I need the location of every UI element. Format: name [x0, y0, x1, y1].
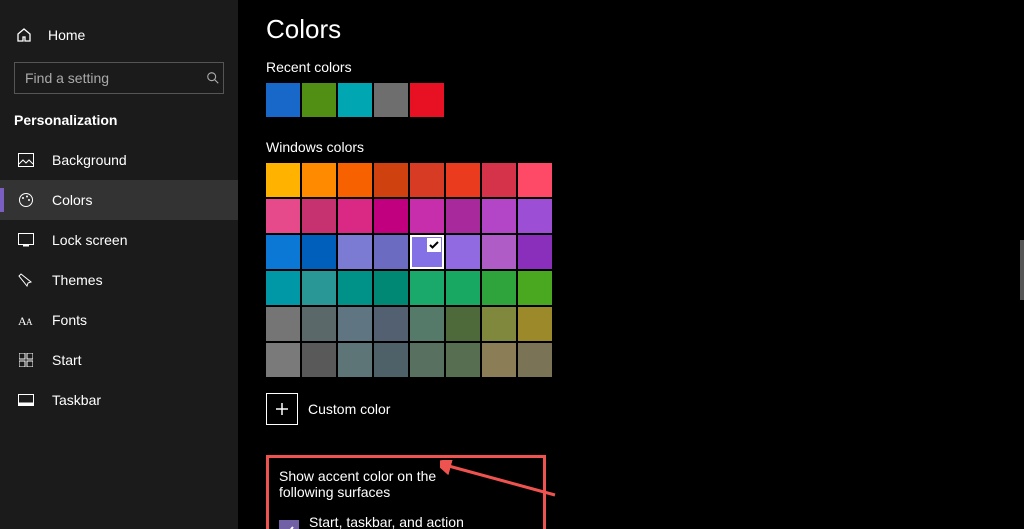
windows-colors-palette — [266, 163, 552, 377]
color-swatch[interactable] — [374, 199, 408, 233]
color-swatch[interactable] — [446, 271, 480, 305]
color-swatch[interactable] — [338, 199, 372, 233]
picture-icon — [16, 153, 36, 167]
color-swatch[interactable] — [410, 343, 444, 377]
color-swatch[interactable] — [374, 235, 408, 269]
color-swatch[interactable] — [266, 235, 300, 269]
content: Colors Recent colors Windows colors Cust… — [238, 0, 1024, 529]
sidebar-item-label: Start — [52, 352, 82, 368]
recent-color-swatch[interactable] — [374, 83, 408, 117]
search-input[interactable] — [14, 62, 224, 94]
plus-icon[interactable] — [266, 393, 298, 425]
color-swatch[interactable] — [482, 163, 516, 197]
color-swatch[interactable] — [518, 307, 552, 341]
color-swatch[interactable] — [302, 235, 336, 269]
color-swatch[interactable] — [518, 163, 552, 197]
sidebar-item-start[interactable]: Start — [0, 340, 238, 380]
color-swatch[interactable] — [446, 199, 480, 233]
color-swatch[interactable] — [482, 271, 516, 305]
color-swatch[interactable] — [302, 271, 336, 305]
color-swatch[interactable] — [374, 307, 408, 341]
color-swatch[interactable] — [338, 163, 372, 197]
color-swatch[interactable] — [302, 199, 336, 233]
fonts-icon: AA — [16, 313, 36, 327]
color-swatch[interactable] — [302, 343, 336, 377]
color-swatch[interactable] — [302, 307, 336, 341]
lockscreen-icon — [16, 233, 36, 247]
scrollbar[interactable] — [1020, 240, 1024, 300]
color-swatch[interactable] — [302, 163, 336, 197]
color-swatch[interactable] — [410, 271, 444, 305]
start-icon — [16, 353, 36, 367]
color-swatch[interactable] — [482, 199, 516, 233]
search-icon — [206, 71, 220, 85]
color-swatch[interactable] — [482, 307, 516, 341]
sidebar-item-fonts[interactable]: AA Fonts — [0, 300, 238, 340]
color-swatch[interactable] — [266, 163, 300, 197]
recent-color-swatch[interactable] — [266, 83, 300, 117]
sidebar: Home Personalization Background Colors L… — [0, 0, 238, 529]
sidebar-item-label: Colors — [52, 192, 92, 208]
color-swatch[interactable] — [446, 235, 480, 269]
checkbox-start-taskbar[interactable]: Start, taskbar, and action center — [279, 514, 483, 529]
recent-color-swatch[interactable] — [302, 83, 336, 117]
color-swatch[interactable] — [446, 307, 480, 341]
windows-colors-label: Windows colors — [266, 139, 1024, 155]
checkbox-checked-icon — [279, 520, 299, 529]
color-swatch[interactable] — [482, 343, 516, 377]
color-swatch[interactable] — [446, 163, 480, 197]
color-swatch[interactable] — [410, 307, 444, 341]
color-swatch[interactable] — [338, 307, 372, 341]
color-swatch[interactable] — [482, 235, 516, 269]
sidebar-item-lockscreen[interactable]: Lock screen — [0, 220, 238, 260]
sidebar-item-background[interactable]: Background — [0, 140, 238, 180]
sidebar-item-label: Themes — [52, 272, 103, 288]
color-swatch[interactable] — [410, 199, 444, 233]
color-swatch[interactable] — [410, 235, 444, 269]
sidebar-item-taskbar[interactable]: Taskbar — [0, 380, 238, 420]
taskbar-icon — [16, 394, 36, 406]
palette-icon — [16, 192, 36, 208]
home-button[interactable]: Home — [0, 18, 238, 52]
color-swatch[interactable] — [518, 271, 552, 305]
color-swatch[interactable] — [338, 271, 372, 305]
color-swatch[interactable] — [266, 271, 300, 305]
annotation-arrow — [440, 460, 560, 500]
category-title: Personalization — [0, 94, 238, 140]
sidebar-item-label: Lock screen — [52, 232, 127, 248]
color-swatch[interactable] — [374, 271, 408, 305]
color-swatch[interactable] — [338, 343, 372, 377]
color-swatch[interactable] — [518, 235, 552, 269]
recent-colors-label: Recent colors — [266, 59, 1024, 75]
home-icon — [16, 27, 32, 43]
color-swatch[interactable] — [518, 343, 552, 377]
color-swatch[interactable] — [410, 163, 444, 197]
themes-icon — [16, 272, 36, 288]
recent-colors-row — [266, 83, 1024, 117]
sidebar-item-label: Background — [52, 152, 127, 168]
color-swatch[interactable] — [446, 343, 480, 377]
sidebar-item-themes[interactable]: Themes — [0, 260, 238, 300]
color-swatch[interactable] — [266, 199, 300, 233]
recent-color-swatch[interactable] — [410, 83, 444, 117]
color-swatch[interactable] — [374, 343, 408, 377]
color-swatch[interactable] — [338, 235, 372, 269]
svg-text:A: A — [26, 317, 33, 327]
color-swatch[interactable] — [266, 307, 300, 341]
recent-color-swatch[interactable] — [338, 83, 372, 117]
color-swatch[interactable] — [374, 163, 408, 197]
sidebar-item-label: Fonts — [52, 312, 87, 328]
color-swatch[interactable] — [518, 199, 552, 233]
home-label: Home — [48, 27, 85, 43]
page-title: Colors — [266, 14, 1024, 45]
sidebar-item-label: Taskbar — [52, 392, 101, 408]
custom-color-label: Custom color — [308, 401, 390, 417]
custom-color-row[interactable]: Custom color — [266, 393, 1024, 425]
color-swatch[interactable] — [266, 343, 300, 377]
search-field[interactable] — [25, 70, 206, 86]
checkbox-label: Start, taskbar, and action center — [309, 514, 483, 529]
sidebar-item-colors[interactable]: Colors — [0, 180, 238, 220]
